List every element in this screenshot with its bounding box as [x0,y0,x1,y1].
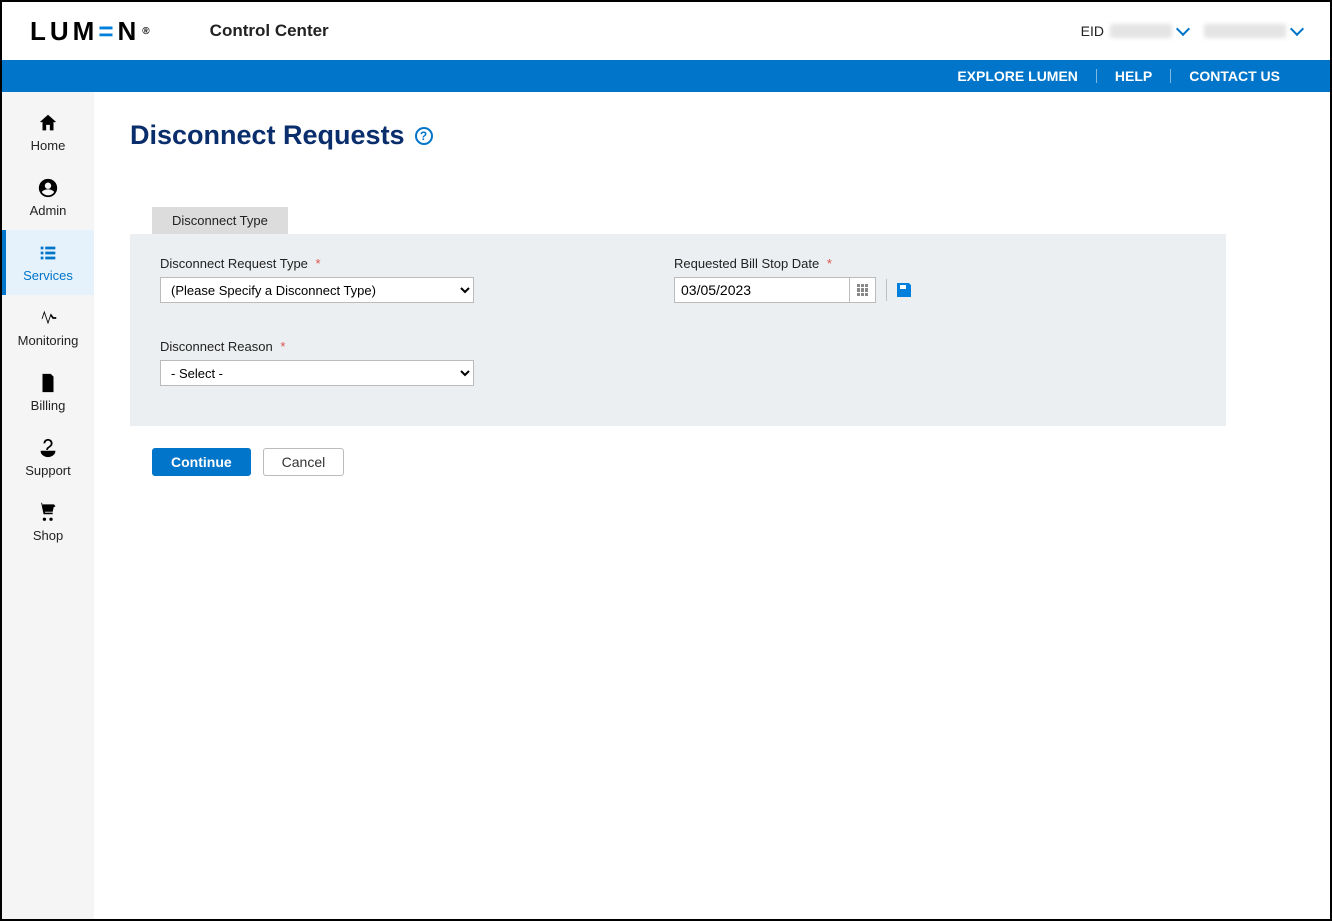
sidebar-item-admin[interactable]: Admin [2,165,94,230]
top-header: LUM=N® Control Center EID [2,2,1330,60]
label-request-type: Disconnect Request Type * [160,256,474,271]
sidebar-item-label: Home [31,138,66,153]
logo-text-suffix: N [118,16,141,47]
page-title: Disconnect Requests ? [130,120,433,151]
label-text: Disconnect Request Type [160,256,308,271]
tab-row: Disconnect Type [130,207,1294,234]
sidebar-item-shop[interactable]: Shop [2,490,94,555]
list-icon [37,242,59,264]
save-icon[interactable] [897,283,911,297]
nav-contact-us[interactable]: CONTACT US [1170,69,1298,83]
sidebar-item-label: Monitoring [18,333,79,348]
select-request-type[interactable]: (Please Specify a Disconnect Type) [160,277,474,303]
sidebar-item-label: Services [23,268,73,283]
eid-dropdown[interactable]: EID [1081,23,1188,39]
sidebar-item-label: Support [25,463,71,478]
sidebar-item-support[interactable]: Support [2,425,94,490]
user-dropdown[interactable] [1204,24,1302,38]
form-row-1: Disconnect Request Type * (Please Specif… [160,256,1196,303]
help-icon[interactable]: ? [415,127,433,145]
input-bill-stop-date[interactable] [674,277,850,303]
date-input-row [674,277,911,303]
label-text: Requested Bill Stop Date [674,256,819,271]
label-text: Disconnect Reason [160,339,273,354]
sidebar-item-label: Shop [33,528,63,543]
sidebar-item-home[interactable]: Home [2,100,94,165]
calendar-button[interactable] [850,277,876,303]
user-name-redacted [1204,24,1286,38]
form-row-2: Disconnect Reason * - Select - [160,339,1196,386]
disconnect-type-panel: Disconnect Request Type * (Please Specif… [130,234,1226,426]
separator [886,279,887,301]
page-title-text: Disconnect Requests [130,120,405,151]
main-content: Disconnect Requests ? Disconnect Type Di… [94,92,1330,919]
required-mark: * [827,256,832,271]
logo-text-prefix: LUM [30,16,98,47]
logo-blue-bar: = [98,16,117,47]
group-disconnect-reason: Disconnect Reason * - Select - [160,339,474,386]
header-right: EID [1081,23,1302,39]
sidebar-item-label: Billing [31,398,66,413]
label-bill-stop: Requested Bill Stop Date * [674,256,911,271]
action-row: Continue Cancel [130,448,1294,476]
select-disconnect-reason[interactable]: - Select - [160,360,474,386]
required-mark: * [280,339,285,354]
layout: Home Admin Services Monitoring Billing [2,92,1330,919]
brand-logo: LUM=N® [30,16,150,47]
sidebar: Home Admin Services Monitoring Billing [2,92,94,919]
user-circle-icon [37,177,59,199]
invoice-icon [37,372,59,394]
eid-value-redacted [1110,24,1172,38]
label-disconnect-reason: Disconnect Reason * [160,339,474,354]
cart-icon [37,502,59,524]
chevron-down-icon [1290,22,1304,36]
home-icon [37,112,59,134]
pulse-icon [37,307,59,329]
sidebar-item-billing[interactable]: Billing [2,360,94,425]
tab-disconnect-type[interactable]: Disconnect Type [152,207,288,234]
required-mark: * [316,256,321,271]
group-request-type: Disconnect Request Type * (Please Specif… [160,256,474,303]
sidebar-item-monitoring[interactable]: Monitoring [2,295,94,360]
nav-explore-lumen[interactable]: EXPLORE LUMEN [939,69,1096,83]
chevron-down-icon [1176,22,1190,36]
continue-button[interactable]: Continue [152,448,251,476]
logo-registered: ® [142,26,149,37]
group-bill-stop-date: Requested Bill Stop Date * [674,256,911,303]
cancel-button[interactable]: Cancel [263,448,345,476]
sidebar-item-services[interactable]: Services [2,230,94,295]
calendar-icon [857,284,869,296]
app-title: Control Center [210,21,329,41]
utility-nav: EXPLORE LUMEN HELP CONTACT US [2,60,1330,92]
support-icon [37,437,59,459]
nav-help[interactable]: HELP [1096,69,1170,83]
eid-label: EID [1081,23,1104,39]
sidebar-item-label: Admin [30,203,67,218]
